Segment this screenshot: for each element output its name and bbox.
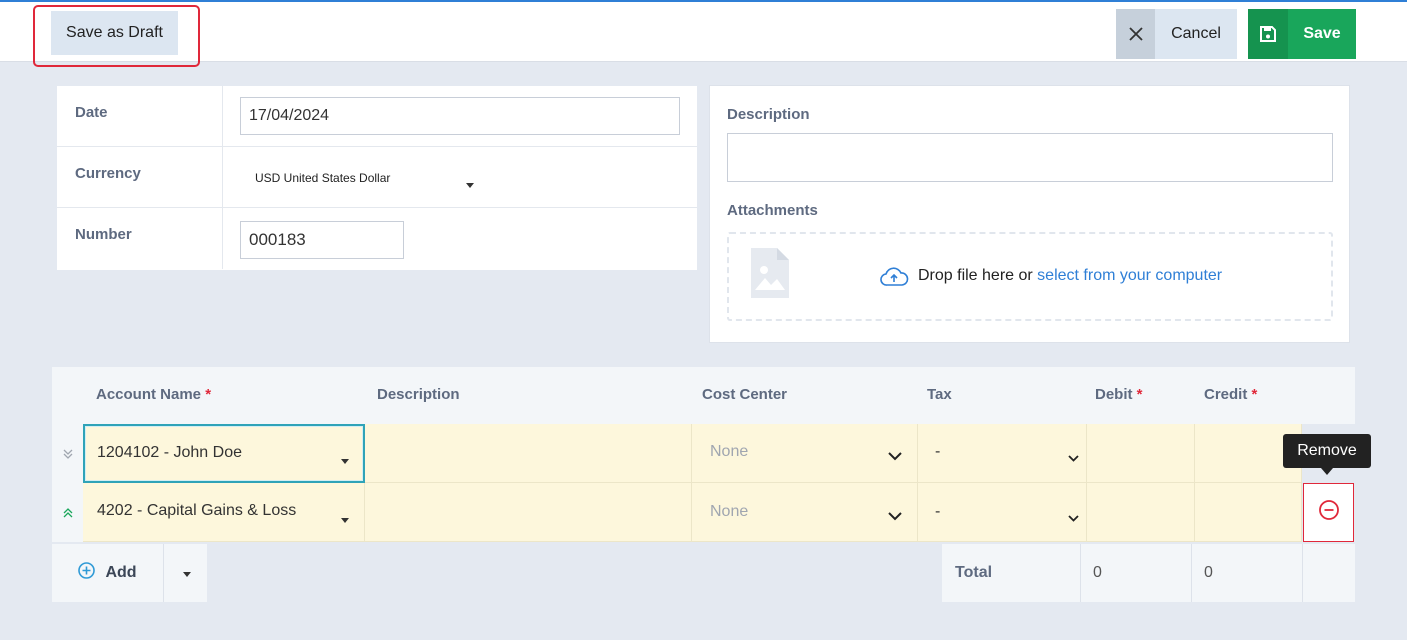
total-credit-cell: 0	[1192, 544, 1303, 602]
currency-label: Currency	[57, 147, 223, 207]
description-textarea[interactable]	[727, 133, 1333, 182]
cloud-upload-icon	[879, 265, 909, 292]
total-debit-cell: 0	[1081, 544, 1192, 602]
table-header: Account Name * Description Cost Center T…	[52, 367, 1355, 424]
header-cost-center: Cost Center	[702, 386, 788, 403]
credit-input[interactable]	[1195, 483, 1302, 542]
account-select[interactable]: 1204102 - John Doe	[83, 424, 365, 483]
move-up-icon[interactable]	[52, 483, 83, 542]
select-file-link[interactable]: select from your computer	[1037, 267, 1222, 284]
description-cell[interactable]	[365, 483, 692, 542]
save-button[interactable]: Save	[1248, 9, 1356, 59]
remove-row-button[interactable]	[1303, 483, 1354, 542]
file-dropzone[interactable]: Drop file here or select from your compu…	[727, 232, 1333, 321]
image-file-icon	[751, 248, 789, 303]
description-attachments-panel: Description Attachments Drop file here o…	[709, 85, 1350, 343]
cancel-label: Cancel	[1171, 25, 1221, 42]
plus-circle-icon	[78, 562, 96, 584]
header-credit: Credit *	[1204, 386, 1258, 403]
cost-center-select[interactable]: None	[692, 483, 918, 542]
top-toolbar: Save as Draft Cancel Save	[0, 0, 1407, 67]
add-row-group: Add	[52, 544, 207, 602]
description-cell[interactable]	[365, 424, 692, 483]
number-label: Number	[57, 208, 223, 269]
cost-center-select[interactable]: None	[692, 424, 918, 483]
drop-text: Drop file here or select from your compu…	[918, 267, 1222, 285]
table-row: 1204102 - John Doe None -	[52, 424, 1302, 483]
tax-select[interactable]: -	[918, 424, 1087, 483]
add-label: Add	[105, 564, 137, 581]
currency-value: USD United States Dollar	[255, 171, 391, 185]
date-row: Date	[57, 86, 697, 147]
cost-center-value: None	[710, 443, 749, 460]
date-input[interactable]	[240, 97, 680, 135]
description-label: Description	[727, 106, 810, 123]
currency-select[interactable]: USD United States Dollar	[240, 159, 480, 197]
save-label: Save	[1303, 25, 1341, 42]
number-input[interactable]	[240, 221, 404, 259]
debit-input[interactable]	[1087, 424, 1195, 483]
chevron-down-icon	[1068, 509, 1079, 527]
number-row: Number	[57, 208, 697, 269]
currency-row: Currency USD United States Dollar	[57, 147, 697, 208]
tax-value: -	[935, 443, 941, 460]
remove-tooltip: Remove	[1283, 434, 1371, 475]
header-account-name: Account Name *	[96, 386, 212, 403]
caret-down-icon	[341, 451, 349, 469]
tax-value: -	[935, 503, 941, 520]
account-value: 4202 - Capital Gains & Loss	[97, 502, 297, 519]
chevron-down-icon	[888, 508, 902, 526]
caret-down-icon	[466, 175, 474, 193]
account-select[interactable]: 4202 - Capital Gains & Loss	[83, 483, 365, 542]
floppy-disk-icon	[1248, 9, 1288, 59]
move-down-icon[interactable]	[52, 424, 83, 483]
date-label: Date	[57, 86, 223, 146]
caret-down-icon	[341, 510, 349, 528]
header-debit: Debit *	[1095, 386, 1143, 403]
debit-input[interactable]	[1087, 483, 1195, 542]
attachments-label: Attachments	[727, 202, 818, 219]
header-tax: Tax	[927, 386, 952, 403]
save-as-draft-button[interactable]: Save as Draft	[51, 11, 178, 55]
chevron-down-icon	[888, 448, 902, 466]
add-row-button[interactable]: Add	[52, 544, 164, 602]
header-description: Description	[377, 386, 460, 403]
journal-details-panel: Date Currency USD United States Dollar N…	[57, 86, 697, 270]
add-options-dropdown[interactable]	[165, 544, 208, 602]
caret-down-icon	[182, 564, 191, 582]
total-label-cell: Total	[942, 544, 1081, 602]
total-label: Total	[955, 564, 993, 581]
minus-circle-icon	[1318, 499, 1340, 526]
account-value: 1204102 - John Doe	[97, 444, 242, 461]
table-row: 4202 - Capital Gains & Loss None -	[52, 483, 1302, 542]
close-icon	[1116, 9, 1155, 59]
tax-select[interactable]: -	[918, 483, 1087, 542]
chevron-down-icon	[1068, 449, 1079, 467]
total-debit: 0	[1093, 564, 1102, 581]
cost-center-value: None	[710, 503, 749, 520]
journal-entries-table: Account Name * Description Cost Center T…	[52, 367, 1355, 602]
totals-row: Total 0 0	[942, 544, 1355, 602]
drop-label: Drop file here or	[918, 267, 1033, 284]
total-credit: 0	[1204, 564, 1213, 581]
cancel-button[interactable]: Cancel	[1116, 9, 1237, 59]
